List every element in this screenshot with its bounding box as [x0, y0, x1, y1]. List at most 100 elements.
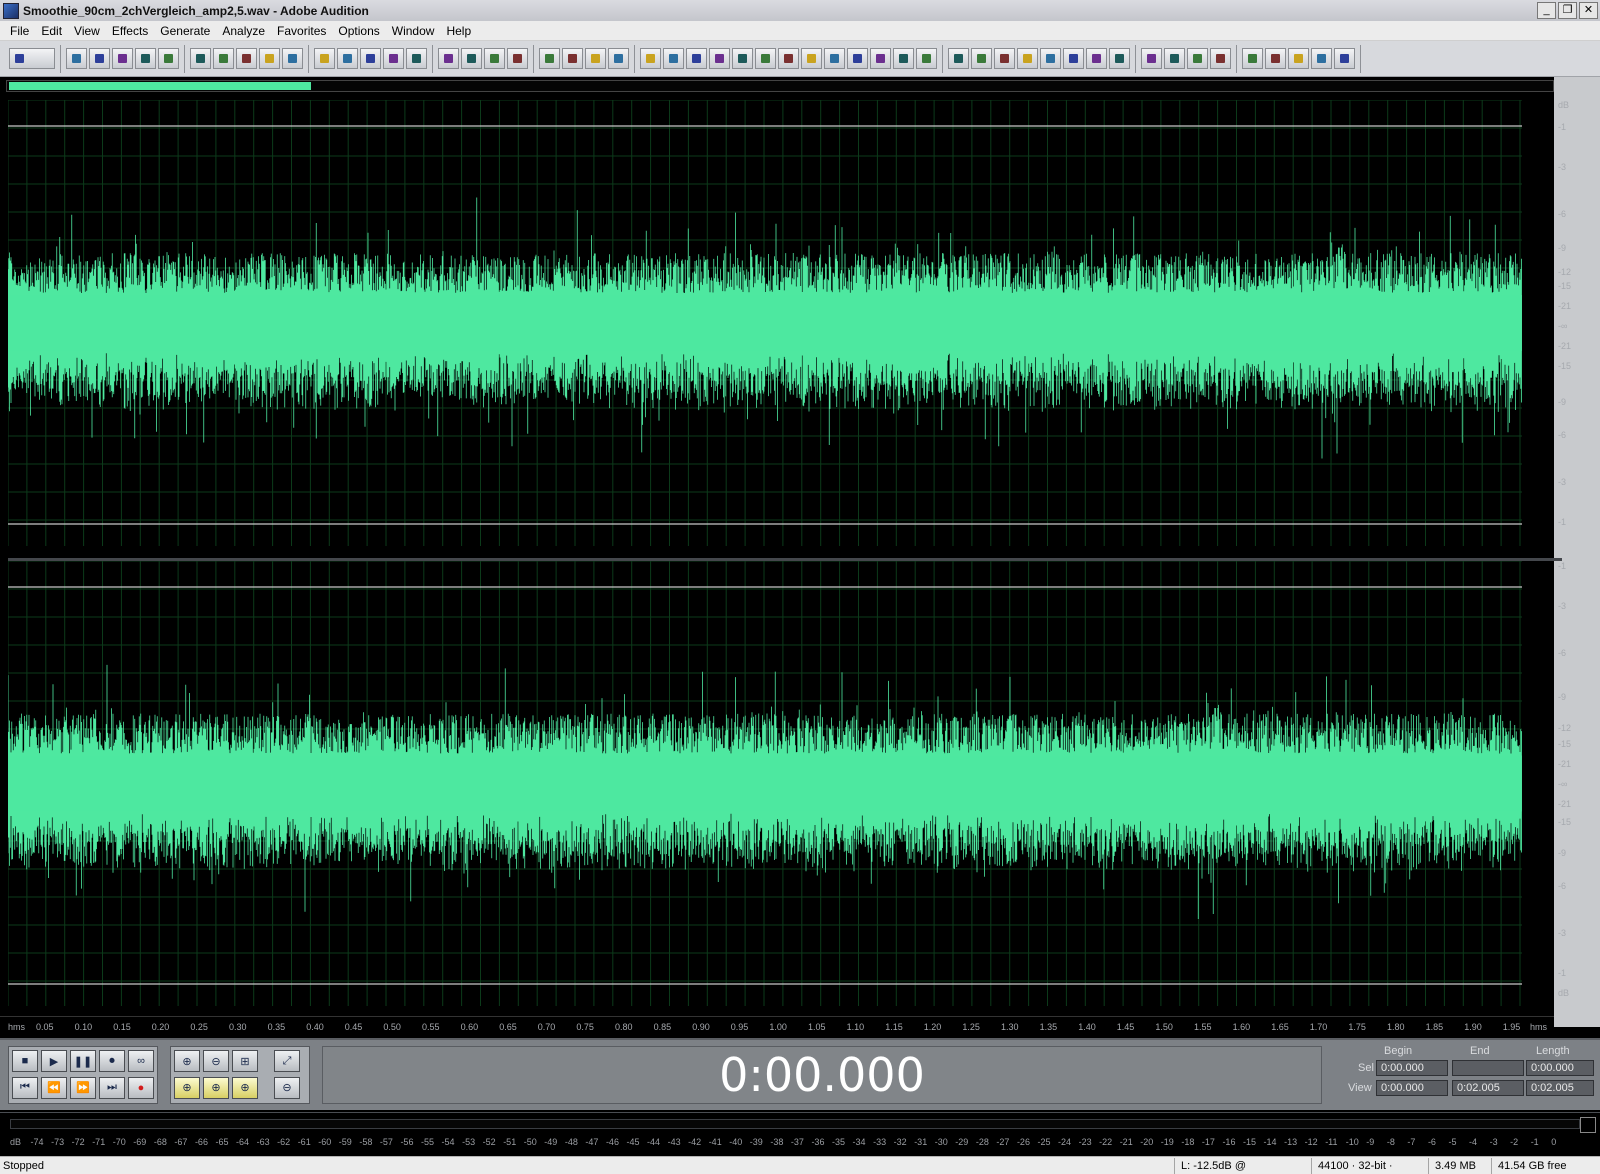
zero-cross-icon[interactable]: [406, 48, 427, 69]
notch-icon[interactable]: [870, 48, 891, 69]
mix-paste-icon[interactable]: [360, 48, 381, 69]
paste-new-icon[interactable]: [337, 48, 358, 69]
record-button[interactable]: ●: [128, 1076, 154, 1099]
zoom-out-amplitude-button[interactable]: ⊖: [203, 1050, 229, 1072]
batch-icon[interactable]: [1141, 48, 1162, 69]
sel-end-field[interactable]: [1452, 1060, 1524, 1076]
noise-reduction-icon[interactable]: [893, 48, 914, 69]
loop-icon[interactable]: [1288, 48, 1309, 69]
zoom-in-amplitude-button[interactable]: ⊕: [174, 1050, 200, 1072]
left-channel-waveform[interactable]: [8, 100, 1554, 546]
chorus-icon[interactable]: [971, 48, 992, 69]
pause-button[interactable]: ❚❚: [70, 1050, 96, 1072]
waveform-svg[interactable]: [8, 561, 1554, 1006]
menu-edit[interactable]: Edit: [35, 24, 68, 38]
undo-icon[interactable]: [190, 48, 211, 69]
phase-icon[interactable]: [1086, 48, 1107, 69]
dynamics-icon[interactable]: [755, 48, 776, 69]
flanger-icon[interactable]: [994, 48, 1015, 69]
menu-help[interactable]: Help: [440, 24, 477, 38]
menu-effects[interactable]: Effects: [106, 24, 154, 38]
fast-forward-button[interactable]: ⏩: [70, 1076, 96, 1099]
open-file-icon[interactable]: [89, 48, 110, 69]
time-select-icon[interactable]: [461, 48, 482, 69]
right-channel-waveform[interactable]: [8, 561, 1554, 1006]
amplify-icon[interactable]: [663, 48, 684, 69]
normalize-icon[interactable]: [732, 48, 753, 69]
view-length-field[interactable]: 0:02.005: [1526, 1080, 1594, 1096]
stretch-icon[interactable]: [1017, 48, 1038, 69]
overview-scrollbar[interactable]: [6, 80, 1554, 92]
go-to-end-button[interactable]: ⏭: [99, 1076, 125, 1099]
settings-icon[interactable]: [1334, 48, 1355, 69]
analysis-icon[interactable]: [1040, 48, 1061, 69]
marker-icon[interactable]: [1265, 48, 1286, 69]
zoom-left-button[interactable]: ⊕: [174, 1076, 200, 1099]
save-as-icon[interactable]: [135, 48, 156, 69]
multitrack-view-icon[interactable]: [9, 48, 55, 69]
view-begin-field[interactable]: 0:00.000: [1376, 1080, 1448, 1096]
stats-icon[interactable]: [1109, 48, 1130, 69]
repeat-icon[interactable]: [236, 48, 257, 69]
sel-length-field[interactable]: 0:00.000: [1526, 1060, 1594, 1076]
waveform-view-icon[interactable]: [585, 48, 606, 69]
menu-window[interactable]: Window: [386, 24, 441, 38]
time-ruler[interactable]: hms 0.05 0.10 0.15 0.20 0.25 0.30 0.35 0.40 0.45 0…: [0, 1016, 1554, 1038]
filter-icon[interactable]: [847, 48, 868, 69]
envelope-icon[interactable]: [709, 48, 730, 69]
frequency-icon[interactable]: [1063, 48, 1084, 69]
spectral-view-icon[interactable]: [562, 48, 583, 69]
menu-file[interactable]: File: [4, 24, 35, 38]
marquee-icon[interactable]: [484, 48, 505, 69]
menu-view[interactable]: View: [68, 24, 106, 38]
rewind-button[interactable]: ⏪: [41, 1076, 67, 1099]
zoom-selection-button[interactable]: ⊕: [232, 1076, 258, 1099]
compressor-icon[interactable]: [778, 48, 799, 69]
close-button[interactable]: ✕: [1579, 2, 1598, 19]
menu-options[interactable]: Options: [332, 24, 385, 38]
menu-analyze[interactable]: Analyze: [216, 24, 271, 38]
loop-button[interactable]: ∞: [128, 1050, 154, 1072]
copy-icon[interactable]: [282, 48, 303, 69]
lasso-icon[interactable]: [507, 48, 528, 69]
play-to-end-button[interactable]: ⏺: [99, 1050, 125, 1072]
grid-icon[interactable]: [1242, 48, 1263, 69]
trim-icon[interactable]: [383, 48, 404, 69]
view-end-field[interactable]: 0:02.005: [1452, 1080, 1524, 1096]
eq-icon[interactable]: [801, 48, 822, 69]
play-button[interactable]: ▶: [41, 1050, 67, 1072]
redo-icon[interactable]: [213, 48, 234, 69]
fade-icon[interactable]: [686, 48, 707, 69]
cd-icon[interactable]: [1210, 48, 1231, 69]
menu-favorites[interactable]: Favorites: [271, 24, 332, 38]
phase-view-icon[interactable]: [640, 48, 661, 69]
zoom-right-button[interactable]: ⊕: [203, 1076, 229, 1099]
minimize-button[interactable]: _: [1537, 2, 1556, 19]
favorites-icon[interactable]: [1187, 48, 1208, 69]
maximize-button[interactable]: ❐: [1558, 2, 1577, 19]
waveform-svg[interactable]: [8, 100, 1554, 546]
zoom-full-button[interactable]: ⊞: [232, 1050, 258, 1072]
sel-begin-field[interactable]: 0:00.000: [1376, 1060, 1448, 1076]
zoom-out-time-button[interactable]: ⊖: [274, 1076, 300, 1099]
view-range-indicator[interactable]: [9, 82, 311, 90]
snap-icon[interactable]: [438, 48, 459, 69]
delay-icon[interactable]: [916, 48, 937, 69]
paste-icon[interactable]: [314, 48, 335, 69]
spot-heal-icon[interactable]: [539, 48, 560, 69]
stop-button[interactable]: ■: [12, 1050, 38, 1072]
clip-indicator[interactable]: [1580, 1117, 1596, 1133]
save-all-icon[interactable]: [158, 48, 179, 69]
metronome-icon[interactable]: [1311, 48, 1332, 69]
script-icon[interactable]: [1164, 48, 1185, 69]
waveform-display[interactable]: dB -1 -3 -6 -9 -12 -15 -21 -∞ -21 -15 -9 -6 -3 -1 -1 -3…: [8, 100, 1571, 1020]
go-to-start-button[interactable]: ⏮: [12, 1076, 38, 1099]
save-icon[interactable]: [112, 48, 133, 69]
menu-generate[interactable]: Generate: [154, 24, 216, 38]
pitch-view-icon[interactable]: [608, 48, 629, 69]
reverb-icon[interactable]: [948, 48, 969, 69]
new-file-icon[interactable]: [66, 48, 87, 69]
cut-icon[interactable]: [259, 48, 280, 69]
graphic-eq-icon[interactable]: [824, 48, 845, 69]
zoom-in-time-button[interactable]: ⤢: [274, 1050, 300, 1072]
